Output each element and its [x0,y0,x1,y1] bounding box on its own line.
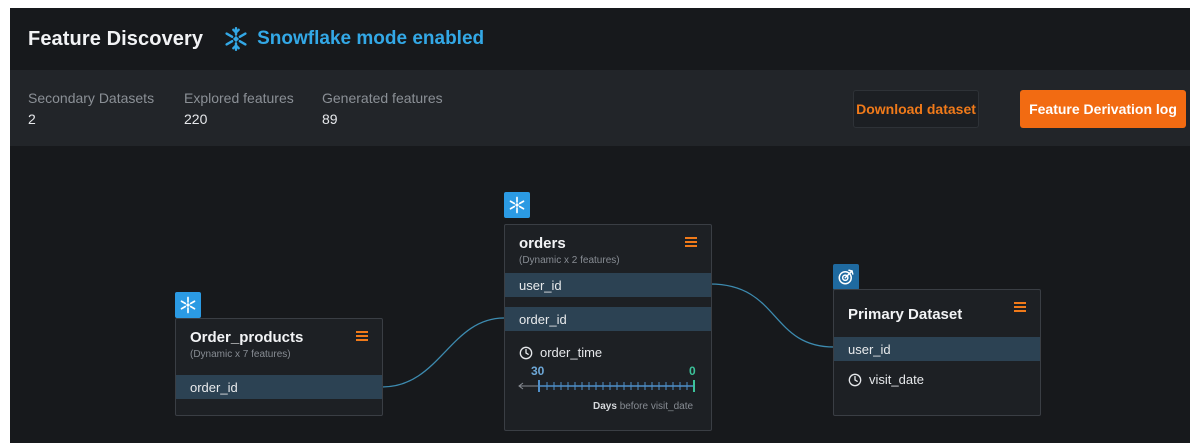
snowflake-mode-label: Snowflake mode enabled [257,28,485,49]
window-caption: Days before visit_date [593,401,693,412]
window-end-value: 0 [689,364,696,378]
stat-label: Secondary Datasets [28,90,155,106]
window-reference: before visit_date [619,401,694,412]
field-row-order-id[interactable]: order_id [505,307,711,331]
download-dataset-button[interactable]: Download dataset [853,90,979,128]
title-bar: Feature Discovery Snowflake mode enabled [10,8,1190,70]
node-subtitle: (Dynamic x 7 features) [190,349,291,360]
menu-icon[interactable] [685,237,697,247]
stat-label: Generated features [322,90,443,106]
node-order-products[interactable]: Order_products (Dynamic x 7 features) or… [175,318,383,416]
node-title: Primary Dataset [848,306,963,323]
stat-value: 2 [28,111,36,127]
snowflake-icon [180,296,196,314]
stat-explored-features: Explored features 220 [184,90,294,127]
node-subtitle: (Dynamic x 2 features) [519,255,620,266]
window-start-value: 30 [531,364,545,378]
node-title: Order_products [190,329,304,346]
order-products-snowflake-badge [175,292,201,318]
stat-generated-features: Generated features 89 [322,90,443,127]
snowflake-icon [225,26,247,52]
clock-icon [519,346,533,359]
edge-order-products-to-orders [381,317,505,388]
clock-icon [848,373,862,386]
stat-secondary-datasets: Secondary Datasets 2 [28,90,154,127]
time-field-order-time[interactable]: order_time [519,345,602,360]
snowflake-icon [509,196,525,214]
node-title: orders [519,235,566,252]
node-primary-dataset[interactable]: Primary Dataset user_id visit_date [833,289,1041,416]
edge-orders-to-primary [709,283,835,348]
time-window-slider[interactable] [517,378,697,394]
field-row-user-id[interactable]: user_id [505,273,711,297]
feature-derivation-log-button[interactable]: Feature Derivation log [1020,90,1186,128]
orders-snowflake-badge [504,192,530,218]
feature-discovery-app: Feature Discovery Snowflake mode enabled [10,8,1190,443]
primary-target-badge [833,264,859,290]
stat-value: 220 [184,111,208,127]
node-orders[interactable]: orders (Dynamic x 2 features) user_id or… [504,224,712,431]
target-icon [838,269,854,285]
field-row-order-id[interactable]: order_id [176,375,382,399]
time-field-visit-date[interactable]: visit_date [848,372,924,387]
page-title: Feature Discovery [28,27,204,50]
time-field-label: visit_date [869,372,924,387]
relationship-graph-canvas[interactable]: Order_products (Dynamic x 7 features) or… [10,146,1190,443]
stats-bar: Secondary Datasets 2 Explored features 2… [10,70,1190,146]
time-field-label: order_time [540,345,603,360]
node-header: Order_products (Dynamic x 7 features) [176,319,382,371]
node-header: orders (Dynamic x 2 features) [505,225,711,277]
stat-label: Explored features [184,90,294,106]
stat-value: 89 [322,111,338,127]
menu-icon[interactable] [1014,302,1026,312]
window-unit: Days [593,401,617,412]
snowflake-mode-indicator: Snowflake mode enabled [223,26,484,52]
menu-icon[interactable] [356,331,368,341]
node-header: Primary Dataset [834,290,1040,342]
field-row-user-id[interactable]: user_id [834,337,1040,361]
